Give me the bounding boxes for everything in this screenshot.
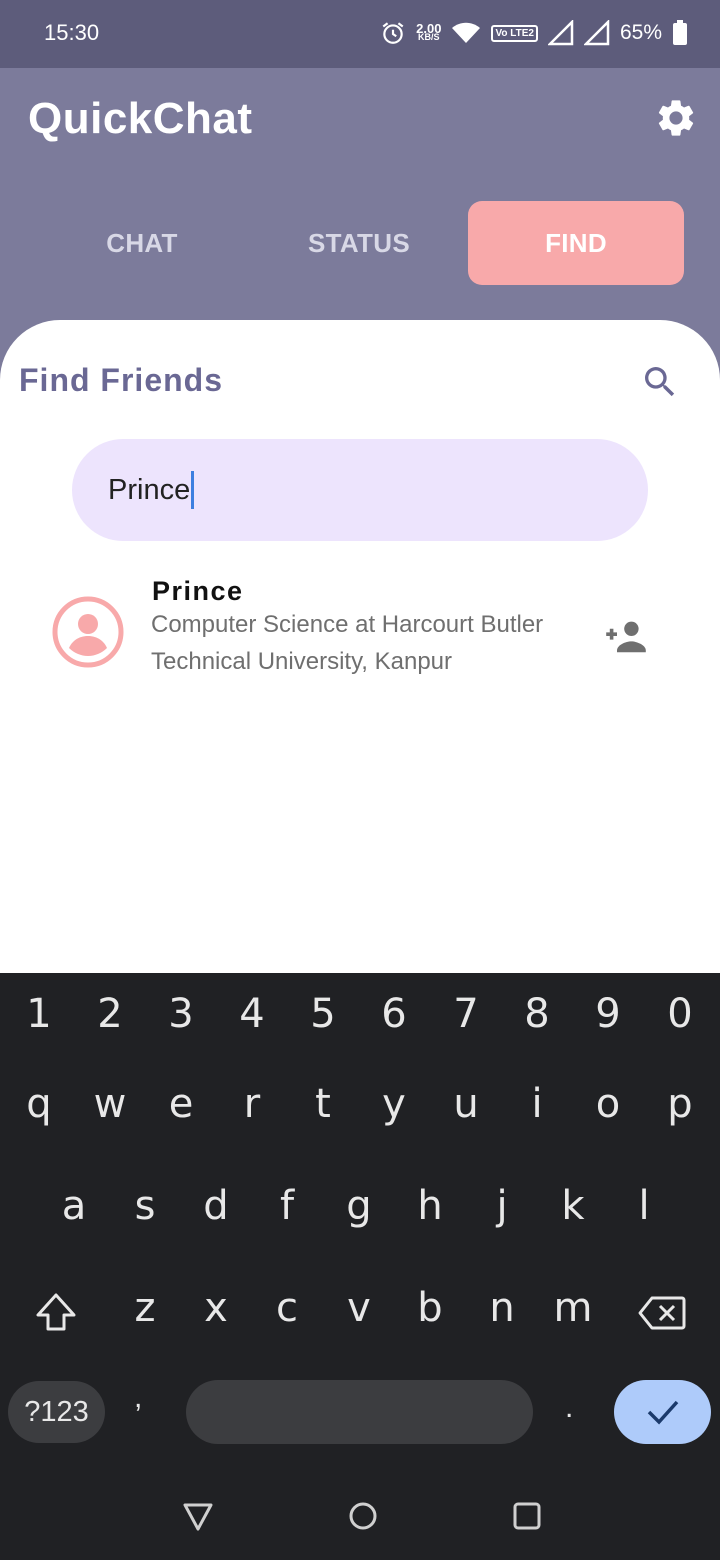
- key[interactable]: e: [151, 1081, 211, 1127]
- key[interactable]: r: [222, 1081, 282, 1127]
- key[interactable]: p: [650, 1081, 710, 1127]
- app-header: QuickChat CHAT STATUS FIND: [0, 68, 720, 338]
- status-time: 15:30: [44, 20, 100, 45]
- tab-find[interactable]: FIND: [468, 201, 684, 285]
- key[interactable]: h: [400, 1183, 460, 1229]
- done-key[interactable]: [614, 1380, 711, 1444]
- key[interactable]: a: [44, 1183, 104, 1229]
- home-nav-icon[interactable]: [346, 1499, 380, 1533]
- key[interactable]: f: [257, 1183, 317, 1229]
- key[interactable]: w: [80, 1081, 140, 1127]
- app-title: QuickChat: [28, 94, 253, 143]
- key[interactable]: 7: [436, 991, 496, 1037]
- search-input-value: Prince: [108, 473, 191, 506]
- key[interactable]: b: [400, 1285, 460, 1331]
- key[interactable]: s: [115, 1183, 175, 1229]
- section-heading: Find Friends: [19, 362, 223, 398]
- keyboard-row-1: q w e r t y u i o p: [0, 1081, 720, 1161]
- key[interactable]: i: [507, 1081, 567, 1127]
- list-item[interactable]: Prince Computer Science at Harcourt Butl…: [0, 572, 720, 722]
- keyboard-number-row: 1 2 3 4 5 6 7 8 9 0: [0, 991, 720, 1071]
- account-circle-icon: [52, 596, 124, 668]
- key[interactable]: q: [9, 1081, 69, 1127]
- key[interactable]: u: [436, 1081, 496, 1127]
- battery-icon: [673, 20, 687, 45]
- status-bar: 15:30 2.00 KB/S Vo LTE2 65%: [0, 0, 720, 68]
- key[interactable]: l: [614, 1183, 674, 1229]
- text-cursor: [191, 471, 195, 509]
- key[interactable]: c: [257, 1285, 317, 1331]
- keyboard-row-2: a s d f g h j k l: [0, 1183, 720, 1263]
- key[interactable]: o: [578, 1081, 638, 1127]
- key[interactable]: 6: [364, 991, 424, 1037]
- key[interactable]: x: [186, 1285, 246, 1331]
- key[interactable]: 2: [80, 991, 140, 1037]
- key[interactable]: v: [329, 1285, 389, 1331]
- battery-percent: 65%: [619, 21, 662, 44]
- net-speed: 2.00 KB/S: [416, 22, 441, 42]
- wifi-icon: [452, 22, 481, 43]
- search-input[interactable]: Prince: [72, 439, 648, 541]
- tab-bar: CHAT STATUS FIND: [0, 201, 720, 285]
- net-speed-unit: KB/S: [418, 32, 440, 42]
- result-description: Computer Science at Harcourt Butler Tech…: [151, 611, 544, 675]
- key[interactable]: 0: [650, 991, 710, 1037]
- space-key[interactable]: [186, 1380, 533, 1444]
- key[interactable]: y: [364, 1081, 424, 1127]
- key[interactable]: 4: [222, 991, 282, 1037]
- backspace-icon[interactable]: [638, 1295, 686, 1331]
- alarm-icon: [382, 22, 404, 44]
- key[interactable]: g: [329, 1183, 389, 1229]
- recents-nav-icon[interactable]: [510, 1499, 544, 1533]
- key[interactable]: k: [543, 1183, 603, 1229]
- check-icon: [647, 1400, 678, 1425]
- key[interactable]: 9: [578, 991, 638, 1037]
- status-icons: 2.00 KB/S Vo LTE2 65%: [380, 16, 688, 50]
- soft-keyboard: 1 2 3 4 5 6 7 8 9 0 q w e r t y u i o p …: [0, 973, 720, 1560]
- key[interactable]: 5: [293, 991, 353, 1037]
- key[interactable]: d: [186, 1183, 246, 1229]
- volte-badge: Vo LTE2: [491, 24, 538, 42]
- tab-chat[interactable]: CHAT: [34, 201, 250, 285]
- person-add-icon[interactable]: [604, 618, 648, 654]
- key[interactable]: 8: [507, 991, 567, 1037]
- key[interactable]: 3: [151, 991, 211, 1037]
- comma-key[interactable]: ,: [134, 1381, 142, 1415]
- search-icon[interactable]: [640, 362, 680, 402]
- result-name: Prince: [152, 576, 244, 606]
- key[interactable]: 1: [9, 991, 69, 1037]
- symbols-key[interactable]: ?123: [8, 1381, 105, 1443]
- back-nav-icon[interactable]: [181, 1499, 215, 1533]
- key[interactable]: t: [293, 1081, 353, 1127]
- key[interactable]: m: [543, 1285, 603, 1331]
- keyboard-row-3: z x c v b n m: [0, 1285, 720, 1365]
- gear-icon[interactable]: [654, 96, 698, 140]
- key[interactable]: n: [472, 1285, 532, 1331]
- key[interactable]: j: [472, 1183, 532, 1229]
- key[interactable]: z: [115, 1285, 175, 1331]
- signal-icon: [547, 20, 574, 46]
- period-key[interactable]: .: [565, 1391, 573, 1425]
- find-friends-panel: Find Friends Prince Prince Computer Scie…: [0, 320, 720, 980]
- shift-icon[interactable]: [34, 1291, 78, 1335]
- tab-status[interactable]: STATUS: [251, 201, 467, 285]
- signal-roaming-icon: [583, 20, 610, 46]
